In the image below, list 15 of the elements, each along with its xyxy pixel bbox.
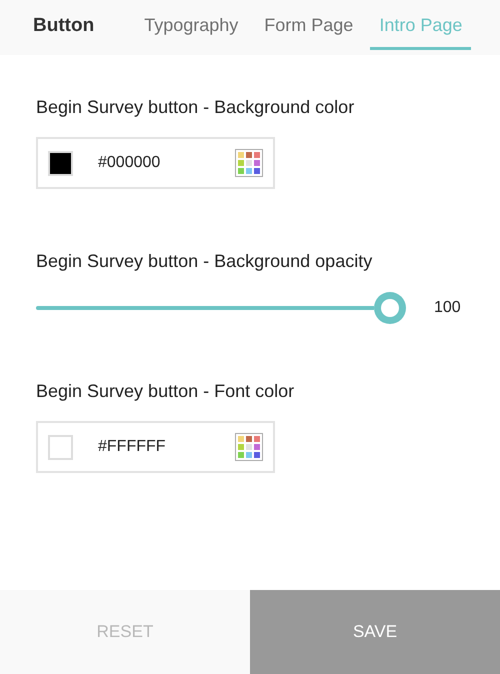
slider-thumb[interactable] (374, 292, 406, 324)
color-swatch[interactable] (48, 150, 73, 176)
tab[interactable]: Form Page (255, 0, 362, 50)
palette-icon[interactable] (235, 433, 263, 461)
palette-icon[interactable] (235, 149, 263, 177)
color-input-field[interactable]: #FFFFFF (36, 421, 275, 473)
setting-label: Begin Survey button - Background color (36, 97, 356, 118)
page-title: Button (33, 15, 94, 37)
color-swatch[interactable] (48, 434, 73, 460)
setting-label: Begin Survey button - Background opacity (36, 251, 374, 272)
color-input-field[interactable]: #000000 (36, 137, 275, 189)
save-button[interactable]: SAVE (250, 590, 500, 674)
slider-value: 100 (434, 299, 461, 317)
tab[interactable]: Typography (135, 0, 248, 50)
setting-label: Begin Survey button - Font color (36, 381, 296, 402)
